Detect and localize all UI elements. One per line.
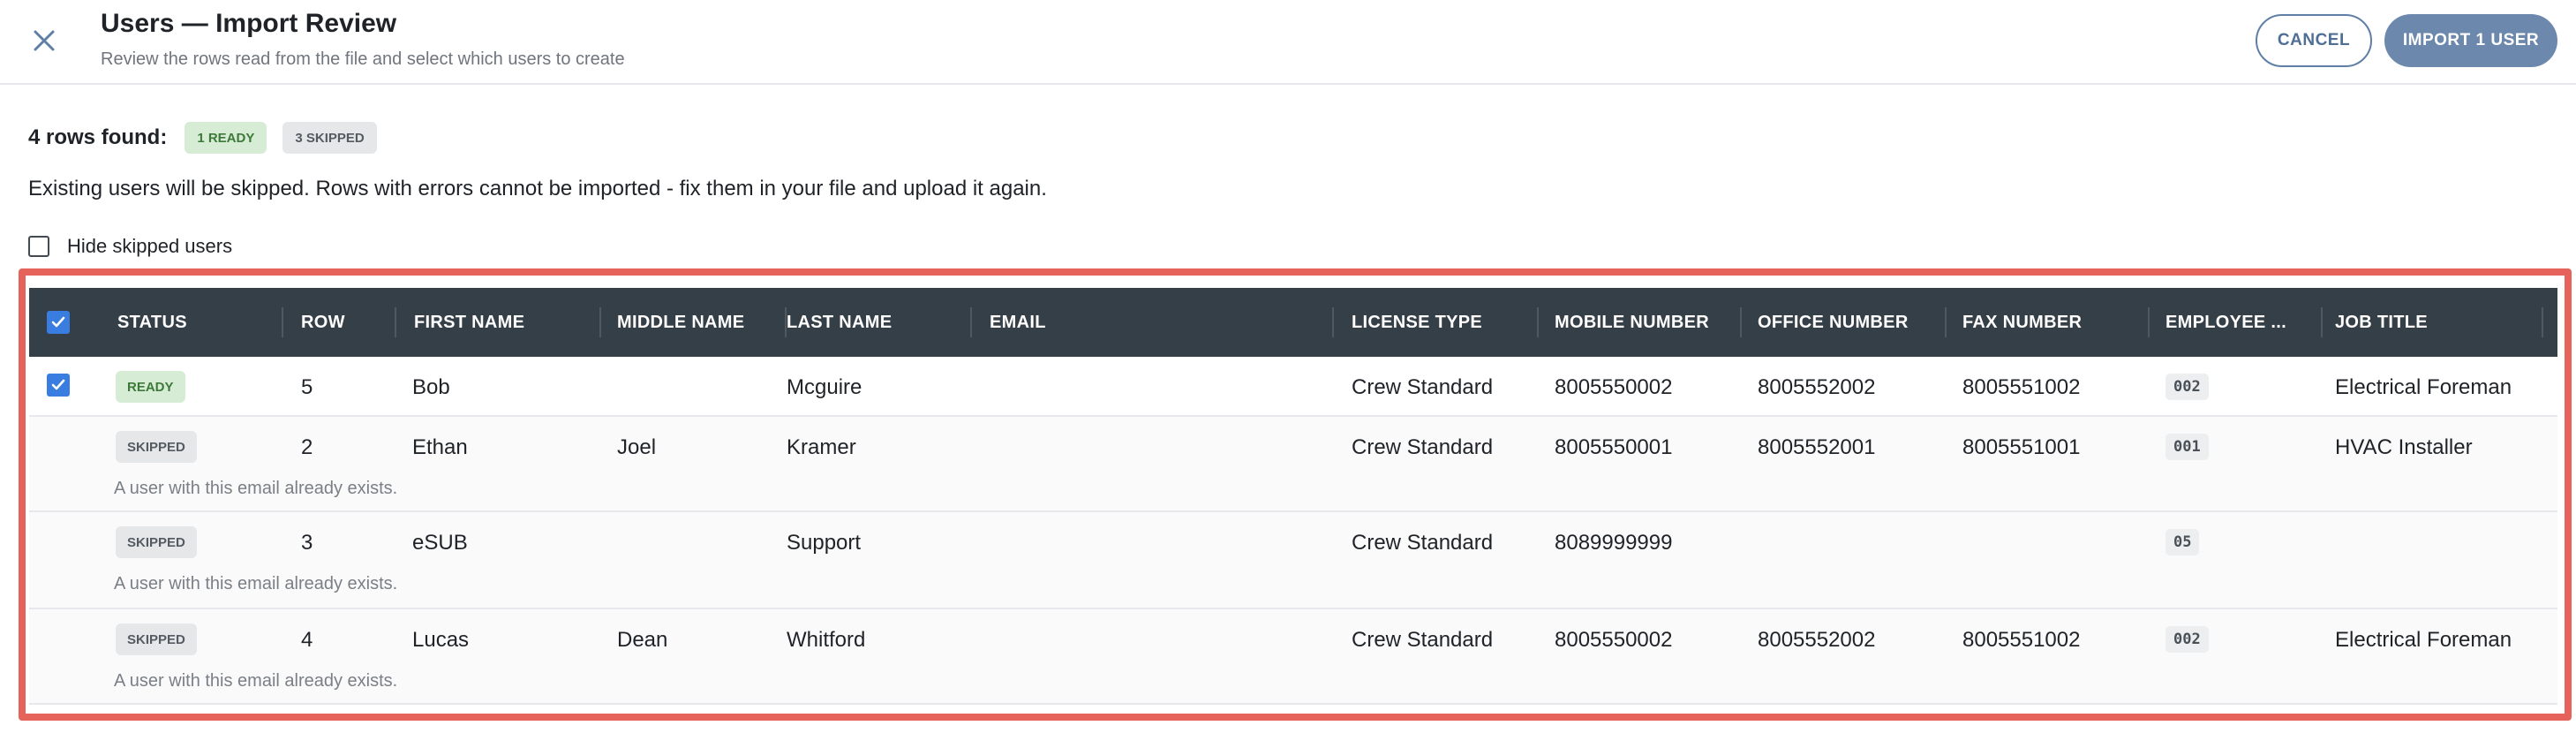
import-notice: Existing users will be skipped. Rows wit… [28, 177, 1047, 200]
cell-last-name: Support [787, 531, 862, 555]
cell-last-name: Mcguire [787, 375, 862, 399]
import-button[interactable]: IMPORT 1 USER [2384, 14, 2557, 67]
cell-license-type: Crew Standard [1352, 375, 1494, 399]
cell-row: 5 [301, 375, 313, 399]
column-divider[interactable] [1537, 307, 1539, 337]
cell-job-title: Electrical Foreman [2335, 375, 2512, 399]
page-header: Users — Import Review Review the rows re… [0, 0, 2576, 85]
cell-mobile-number: 8005550001 [1555, 435, 1673, 459]
column-divider[interactable] [970, 307, 972, 337]
column-divider[interactable] [282, 307, 283, 337]
cell-license-type: Crew Standard [1352, 628, 1494, 652]
column-header-office-number[interactable]: OFFICE NUMBER [1758, 288, 1909, 357]
page-subtitle: Review the rows read from the file and s… [101, 49, 625, 69]
row-skip-reason: A user with this email already exists. [114, 671, 398, 691]
column-divider[interactable] [599, 307, 601, 337]
column-header-mobile-number[interactable]: MOBILE NUMBER [1555, 288, 1709, 357]
cell-row: 4 [301, 628, 313, 652]
status-badge: READY [116, 371, 185, 403]
table-header: STATUS ROW FIRST NAME MIDDLE NAME LAST N… [29, 288, 2557, 357]
column-header-employee[interactable]: EMPLOYEE ... [2165, 288, 2286, 357]
column-header-first-name[interactable]: FIRST NAME [414, 288, 524, 357]
row-skip-reason: A user with this email already exists. [114, 479, 398, 498]
status-badge: SKIPPED [116, 431, 197, 463]
column-header-email[interactable]: EMAIL [990, 288, 1046, 357]
cell-license-type: Crew Standard [1352, 531, 1494, 555]
select-all-cell [47, 288, 70, 357]
cell-middle-name: Dean [617, 628, 668, 652]
cell-office-number: 8005552001 [1758, 435, 1876, 459]
cell-last-name: Kramer [787, 435, 856, 459]
checkmark-icon [51, 379, 65, 390]
cell-mobile-number: 8089999999 [1555, 531, 1673, 555]
ready-count-badge: 1 READY [185, 122, 267, 154]
cell-fax-number: 8005551002 [1962, 375, 2081, 399]
checkmark-icon [51, 316, 65, 328]
import-summary: 4 rows found: 1 READY 3 SKIPPED [28, 120, 393, 155]
employee-id-badge: 002 [2165, 626, 2209, 653]
column-header-job-title[interactable]: JOB TITLE [2335, 288, 2428, 357]
column-header-last-name[interactable]: LAST NAME [787, 288, 892, 357]
cell-office-number: 8005552002 [1758, 628, 1876, 652]
page-title: Users — Import Review [101, 9, 397, 38]
skipped-count-badge: 3 SKIPPED [282, 122, 377, 154]
cell-first-name: Lucas [412, 628, 470, 652]
cell-row: 2 [301, 435, 313, 459]
cell-office-number: 8005552002 [1758, 375, 1876, 399]
close-button[interactable] [25, 21, 64, 60]
cell-first-name: eSUB [412, 531, 468, 555]
column-divider[interactable] [2148, 307, 2150, 337]
employee-id-badge: 002 [2165, 374, 2209, 400]
column-divider[interactable] [395, 307, 396, 337]
cell-fax-number: 8005551001 [1962, 435, 2081, 459]
cell-middle-name: Joel [617, 435, 657, 459]
cell-fax-number: 8005551002 [1962, 628, 2081, 652]
column-header-fax-number[interactable]: FAX NUMBER [1962, 288, 2082, 357]
close-icon [34, 30, 55, 51]
cell-first-name: Bob [412, 375, 450, 399]
column-header-row[interactable]: ROW [301, 288, 345, 357]
cell-job-title: HVAC Installer [2335, 435, 2473, 459]
hide-skipped-label: Hide skipped users [67, 235, 233, 257]
column-header-middle-name[interactable]: MIDDLE NAME [617, 288, 744, 357]
column-divider[interactable] [2321, 307, 2323, 337]
select-all-checkbox[interactable] [47, 311, 70, 334]
employee-id-badge: 05 [2165, 529, 2200, 555]
status-badge: SKIPPED [116, 623, 197, 655]
table-row[interactable]: SKIPPED 3 eSUB Support Crew Standard 808… [29, 512, 2557, 609]
column-divider[interactable] [2542, 307, 2543, 337]
cancel-button[interactable]: CANCEL [2256, 14, 2372, 67]
cell-row: 3 [301, 531, 313, 555]
hide-skipped-toggle[interactable]: Hide skipped users [28, 235, 232, 258]
cell-first-name: Ethan [412, 435, 468, 459]
row-skip-reason: A user with this email already exists. [114, 574, 398, 593]
cell-last-name: Whitford [787, 628, 866, 652]
row-select-checkbox[interactable] [47, 374, 70, 397]
cell-license-type: Crew Standard [1352, 435, 1494, 459]
status-badge: SKIPPED [116, 526, 197, 558]
table-row[interactable]: READY 5 Bob Mcguire Crew Standard 800555… [29, 357, 2557, 417]
column-header-status[interactable]: STATUS [117, 288, 187, 357]
cell-job-title: Electrical Foreman [2335, 628, 2512, 652]
hide-skipped-checkbox[interactable] [28, 236, 49, 257]
column-header-license-type[interactable]: LICENSE TYPE [1352, 288, 1482, 357]
column-divider[interactable] [1332, 307, 1334, 337]
column-divider[interactable] [1740, 307, 1742, 337]
employee-id-badge: 001 [2165, 434, 2209, 460]
cell-mobile-number: 8005550002 [1555, 628, 1673, 652]
cell-mobile-number: 8005550002 [1555, 375, 1673, 399]
column-divider[interactable] [1945, 307, 1947, 337]
table-row[interactable]: SKIPPED 2 Ethan Joel Kramer Crew Standar… [29, 417, 2557, 512]
table-row[interactable]: SKIPPED 4 Lucas Dean Whitford Crew Stand… [29, 609, 2557, 705]
rows-found-label: 4 rows found: [28, 125, 168, 149]
